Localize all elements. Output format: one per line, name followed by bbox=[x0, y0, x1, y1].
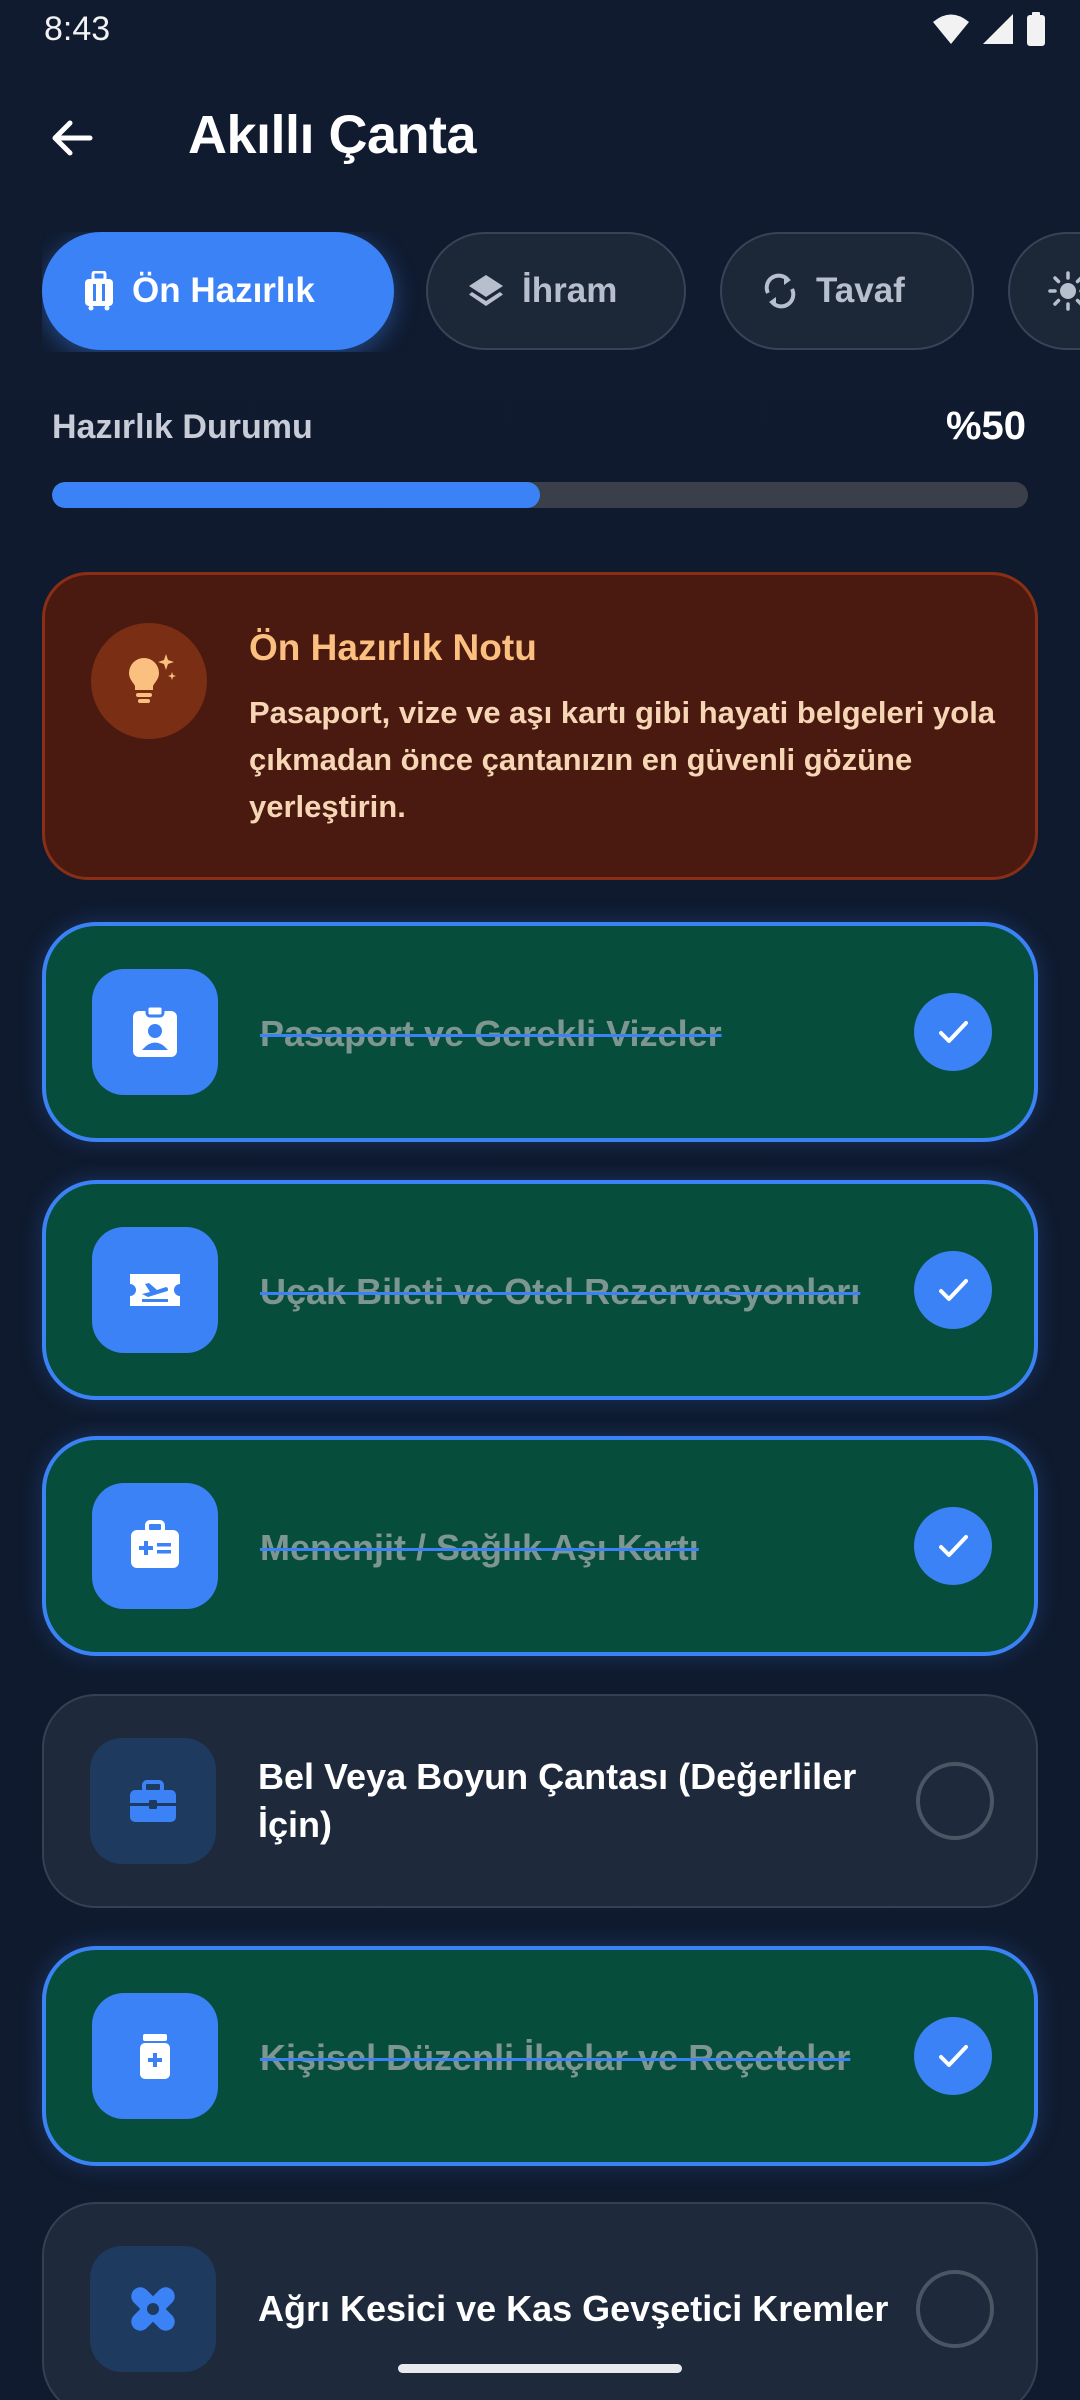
medication-icon bbox=[140, 2034, 170, 2079]
arrow-left-icon bbox=[52, 120, 93, 156]
page-title: Akıllı Çanta bbox=[188, 105, 477, 165]
briefcase-icon bbox=[130, 1780, 176, 1822]
sun-icon bbox=[1048, 271, 1080, 311]
app-bar: Akıllı Çanta bbox=[0, 90, 1080, 180]
checkmark-icon bbox=[939, 1535, 968, 1557]
checklist-item-bel-cantasi[interactable]: Bel Veya Boyun Çantası (Değerliler İçin) bbox=[42, 1694, 1038, 1908]
layers-icon bbox=[469, 275, 503, 306]
category-tabs: Ön Hazırlık İhram Tavaf bbox=[42, 232, 1080, 352]
id-badge-icon bbox=[133, 1004, 177, 1057]
battery-icon bbox=[1027, 12, 1045, 46]
medical-kit-icon bbox=[131, 1520, 179, 1568]
checklist-item-pasaport[interactable]: Pasaport ve Gerekli Vizeler bbox=[42, 922, 1038, 1142]
item-icon-badge bbox=[90, 2246, 216, 2372]
item-checkbox[interactable] bbox=[914, 1507, 992, 1585]
tab-partial[interactable] bbox=[1008, 232, 1080, 350]
tab-on-hazirlik[interactable]: Ön Hazırlık bbox=[42, 232, 394, 350]
item-icon-badge bbox=[92, 1227, 218, 1353]
item-checkbox[interactable] bbox=[914, 2017, 992, 2095]
item-checkbox[interactable] bbox=[916, 2270, 994, 2348]
item-label: Menenjit / Sağlık Aşı Kartı bbox=[260, 1527, 699, 1568]
status-bar: 8:43 bbox=[0, 0, 1080, 62]
progress-fill bbox=[52, 482, 540, 508]
checkmark-icon bbox=[939, 1021, 968, 1043]
note-title: Ön Hazırlık Notu bbox=[249, 627, 537, 668]
checkmark-icon bbox=[939, 1279, 968, 1301]
item-icon-badge bbox=[92, 1483, 218, 1609]
status-time: 8:43 bbox=[44, 10, 111, 48]
item-label: Ağrı Kesici ve Kas Gevşetici Kremler bbox=[258, 2288, 889, 2329]
checklist-item-ilaclar[interactable]: Kişisel Düzenli İlaçlar ve Reçeteler bbox=[42, 1946, 1038, 2166]
tab-tavaf[interactable]: Tavaf bbox=[720, 232, 974, 350]
item-checkbox[interactable] bbox=[914, 993, 992, 1071]
progress-value: %50 bbox=[945, 404, 1026, 448]
item-icon-badge bbox=[90, 1738, 216, 1864]
item-checkbox[interactable] bbox=[916, 1762, 994, 1840]
home-indicator[interactable] bbox=[398, 2364, 682, 2373]
tab-ihram[interactable]: İhram bbox=[426, 232, 686, 350]
item-checkbox[interactable] bbox=[914, 1251, 992, 1329]
checkmark-icon bbox=[939, 2045, 968, 2067]
signal-icon bbox=[983, 14, 1013, 44]
item-label: Uçak Bileti ve Otel Rezervasyonları bbox=[260, 1271, 861, 1312]
checklist-item-asi-karti[interactable]: Menenjit / Sağlık Aşı Kartı bbox=[42, 1436, 1038, 1656]
bandage-icon bbox=[131, 2287, 175, 2331]
tab-label: Ön Hazırlık bbox=[132, 271, 315, 310]
note-text: Pasaport, vize ve aşı kartı gibi hayati … bbox=[249, 695, 996, 824]
progress-label: Hazırlık Durumu bbox=[52, 408, 313, 446]
status-icons bbox=[932, 12, 1046, 46]
luggage-icon bbox=[85, 271, 113, 311]
checklist-item-ucak-bileti[interactable]: Uçak Bileti ve Otel Rezervasyonları bbox=[42, 1180, 1038, 1400]
item-icon-badge bbox=[92, 1993, 218, 2119]
progress-bar bbox=[52, 482, 1028, 508]
note-card: Ön Hazırlık Notu Pasaport, vize ve aşı k… bbox=[42, 572, 1038, 880]
tab-label: İhram bbox=[522, 271, 618, 310]
note-icon-badge bbox=[91, 623, 207, 739]
screen: 8:43 Akıllı Çanta Ön Hazırlık İhram Tava… bbox=[0, 0, 1080, 2400]
item-label: Pasaport ve Gerekli Vizeler bbox=[260, 1013, 722, 1054]
sync-icon bbox=[764, 273, 796, 309]
wifi-icon bbox=[933, 14, 969, 44]
tab-label: Tavaf bbox=[816, 271, 905, 310]
item-icon-badge bbox=[92, 969, 218, 1095]
back-button[interactable] bbox=[36, 102, 108, 174]
item-label: Kişisel Düzenli İlaçlar ve Reçeteler bbox=[260, 2037, 851, 2078]
lightbulb-icon bbox=[129, 654, 176, 703]
airplane-ticket-icon bbox=[130, 1274, 180, 1306]
item-label: Bel Veya Boyun Çantası (Değerliler İçin) bbox=[258, 1756, 857, 1845]
